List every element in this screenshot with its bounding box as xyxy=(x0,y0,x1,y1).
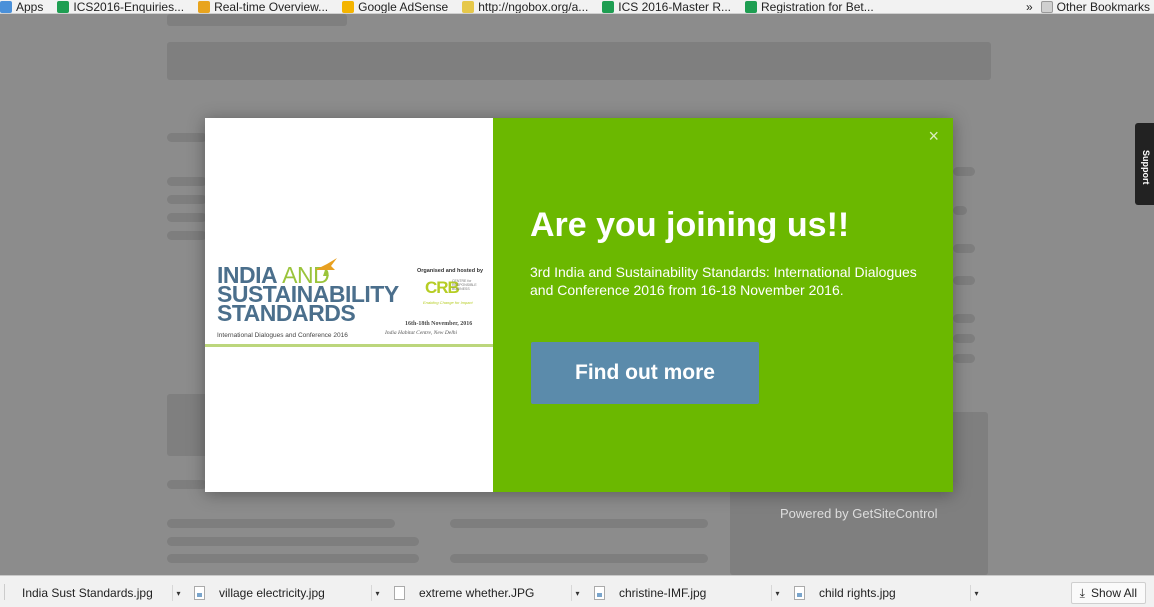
close-icon[interactable]: × xyxy=(928,126,939,146)
event-subtitle: International Dialogues and Conference 2… xyxy=(217,332,348,339)
bookmark-google-adsense[interactable]: Google AdSense xyxy=(342,0,449,14)
bookmark-label: Registration for Bet... xyxy=(761,0,874,14)
bg-text-line xyxy=(167,213,207,222)
powered-by-link[interactable]: Powered by GetSiteControl xyxy=(780,506,938,521)
bookmark-registration[interactable]: Registration for Bet... xyxy=(745,0,874,14)
bookmark-label: Google AdSense xyxy=(358,0,449,14)
bg-text-line xyxy=(167,195,207,204)
modal-content-panel: × Are you joining us!! 3rd India and Sus… xyxy=(493,118,953,492)
download-item[interactable]: child rights.jpg xyxy=(794,582,964,604)
downloads-bar: India Sust Standards.jpg ▾ village elect… xyxy=(0,575,1154,607)
event-logo-title: INDIA AND SUSTAINABILITY STANDARDS xyxy=(217,264,399,325)
bookmark-apps[interactable]: Apps xyxy=(0,0,44,14)
download-icon: ⤓ xyxy=(1079,585,1085,600)
bg-text-line xyxy=(167,537,419,546)
page-icon xyxy=(462,0,475,13)
download-filename: child rights.jpg xyxy=(819,586,896,600)
bg-text-line xyxy=(167,519,395,528)
download-item[interactable]: christine-IMF.jpg xyxy=(594,582,764,604)
analytics-icon xyxy=(198,0,211,13)
sheets-icon xyxy=(745,0,757,13)
find-out-more-button[interactable]: Find out more xyxy=(531,342,759,404)
download-filename: village electricity.jpg xyxy=(219,586,325,600)
download-filename: christine-IMF.jpg xyxy=(619,586,707,600)
download-options-arrow[interactable]: ▾ xyxy=(172,585,184,601)
bg-text-line xyxy=(450,519,708,528)
bg-text-line xyxy=(167,231,207,240)
modal-headline: Are you joining us!! xyxy=(530,206,850,244)
event-banner-image: INDIA AND SUSTAINABILITY STANDARDS Inter… xyxy=(205,118,493,492)
bg-text-line xyxy=(953,354,975,363)
event-dates: 16th-18th November, 2016 xyxy=(405,321,473,327)
bookmark-ngobox[interactable]: http://ngobox.org/a... xyxy=(462,0,589,14)
bookmark-label: ICS 2016-Master R... xyxy=(618,0,731,14)
bg-text-line xyxy=(450,554,708,563)
banner-divider xyxy=(205,344,493,347)
crb-tagline: Enabling Change for Impact xyxy=(423,300,473,305)
bookmark-ics-master[interactable]: ICS 2016-Master R... xyxy=(602,0,731,14)
sheets-icon xyxy=(57,0,70,13)
bg-text-line xyxy=(953,314,975,323)
folder-icon xyxy=(1040,1,1053,13)
bookmark-label: ICS2016-Enquiries... xyxy=(73,0,185,14)
downloads-left-edge xyxy=(4,584,5,600)
download-item[interactable]: village electricity.jpg xyxy=(194,582,364,604)
download-options-arrow[interactable]: ▾ xyxy=(771,585,783,601)
organized-by-label: Organised and hosted by xyxy=(417,268,484,274)
image-file-icon xyxy=(594,586,605,600)
promo-modal: INDIA AND SUSTAINABILITY STANDARDS Inter… xyxy=(205,118,953,492)
download-item[interactable]: extreme whether.JPG xyxy=(394,582,564,604)
support-tab-label: Support xyxy=(1141,150,1151,185)
bookmarks-bar: Apps ICS2016-Enquiries... Real-time Over… xyxy=(0,0,1154,14)
bg-text-line xyxy=(167,480,207,489)
bookmark-ics-enquiries[interactable]: ICS2016-Enquiries... xyxy=(57,0,185,14)
crb-full-name: CENTRE for RESPONSIBLE BUSINESS xyxy=(452,279,477,291)
bookmarks-right: » Other Bookmarks xyxy=(1026,0,1150,13)
show-all-label: Show All xyxy=(1090,586,1137,600)
image-file-icon xyxy=(794,586,805,600)
other-bookmarks-button[interactable]: Other Bookmarks xyxy=(1057,0,1150,13)
bg-text-line xyxy=(953,276,975,285)
modal-description: 3rd India and Sustainability Standards: … xyxy=(530,264,917,298)
download-options-arrow[interactable]: ▾ xyxy=(970,585,982,601)
bg-nav-placeholder xyxy=(167,42,991,80)
bird-icon xyxy=(315,258,337,276)
bg-text-line xyxy=(953,334,975,343)
event-venue: India Habitat Centre, New Delhi xyxy=(385,330,458,336)
bookmark-label: Apps xyxy=(16,0,44,14)
download-options-arrow[interactable]: ▾ xyxy=(371,585,383,601)
adsense-icon xyxy=(342,0,355,13)
download-options-arrow[interactable]: ▾ xyxy=(571,585,583,601)
bg-text-line xyxy=(953,167,975,176)
download-filename: extreme whether.JPG xyxy=(419,586,535,600)
bookmark-label: http://ngobox.org/a... xyxy=(478,0,589,14)
show-all-downloads-button[interactable]: ⤓ Show All xyxy=(1070,582,1146,604)
bg-text-line xyxy=(953,206,967,215)
download-filename: India Sust Standards.jpg xyxy=(22,586,153,600)
apps-icon xyxy=(0,0,12,13)
image-file-icon xyxy=(194,586,205,600)
sheets-icon xyxy=(602,0,615,13)
bg-text-line xyxy=(167,177,207,186)
bg-text-line xyxy=(167,554,419,563)
bookmarks-overflow-button[interactable]: » xyxy=(1026,0,1033,13)
bg-header-placeholder xyxy=(167,14,347,26)
bg-text-line xyxy=(953,244,975,253)
download-item[interactable]: India Sust Standards.jpg xyxy=(8,582,168,604)
bookmark-realtime-overview[interactable]: Real-time Overview... xyxy=(198,0,329,14)
file-icon xyxy=(394,586,405,600)
bookmark-label: Real-time Overview... xyxy=(214,0,329,14)
bg-text-line xyxy=(167,133,207,142)
bg-image-placeholder xyxy=(167,394,207,456)
